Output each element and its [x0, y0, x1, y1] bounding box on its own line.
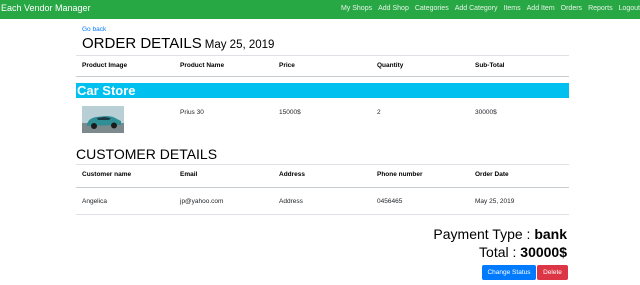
- price-cell: 15000$: [279, 109, 301, 116]
- customer-order-date-cell: May 25, 2019: [475, 198, 515, 205]
- order-date-heading: May 25, 2019: [204, 39, 275, 51]
- nav-logout[interactable]: Logout: [619, 5, 640, 15]
- store-group-bar: Car Store: [76, 83, 569, 98]
- quantity-cell: 2: [377, 109, 381, 116]
- customer-table-top-divider: [76, 164, 569, 165]
- col-header-product-image: Product Image: [82, 62, 128, 69]
- nav-orders[interactable]: Orders: [561, 5, 582, 15]
- go-back-link[interactable]: Go back: [82, 26, 106, 33]
- col-header-order-date: Order Date: [475, 171, 509, 178]
- nav-add-category[interactable]: Add Category: [455, 5, 498, 15]
- product-image: [82, 106, 124, 133]
- change-status-button[interactable]: Change Status: [482, 265, 536, 280]
- nav-links: My Shops Add Shop Categories Add Categor…: [335, 5, 640, 15]
- customer-details-heading: CUSTOMER DETAILS: [76, 146, 218, 162]
- col-header-price: Price: [279, 62, 295, 69]
- customer-phone-cell: 0456465: [377, 198, 403, 205]
- nav-categories[interactable]: Categories: [415, 5, 449, 15]
- store-name: Car Store: [77, 83, 136, 98]
- customer-table-bottom-divider: [76, 214, 569, 215]
- total-value: 30000$: [520, 244, 567, 260]
- delete-button[interactable]: Delete: [537, 265, 568, 280]
- customer-address-cell: Address: [279, 198, 303, 205]
- page-title: ORDER DETAILS May 25, 2019: [82, 35, 274, 52]
- col-header-phone: Phone number: [377, 171, 423, 178]
- customer-email-cell: jp@yahoo.com: [180, 198, 224, 205]
- payment-type: Payment Type : bank: [433, 226, 567, 242]
- customer-header-divider: [76, 187, 569, 188]
- brand-logo-text[interactable]: Each Vendor Manager: [1, 3, 91, 13]
- table-header-divider: [76, 76, 569, 77]
- nav-add-item[interactable]: Add Item: [527, 5, 555, 15]
- col-header-subtotal: Sub-Total: [475, 62, 505, 69]
- col-header-product-name: Product Name: [180, 62, 225, 69]
- nav-add-shop[interactable]: Add Shop: [378, 5, 409, 15]
- nav-items[interactable]: Items: [504, 5, 521, 15]
- total-label: Total :: [479, 244, 517, 260]
- nav-reports[interactable]: Reports: [588, 5, 613, 15]
- car-thumbnail-icon: [82, 106, 124, 133]
- table-top-divider: [76, 55, 569, 56]
- payment-type-label: Payment Type :: [433, 226, 531, 242]
- product-name-cell: Prius 30: [180, 109, 204, 116]
- col-header-email: Email: [180, 171, 198, 178]
- page-title-text: ORDER DETAILS: [82, 35, 202, 52]
- top-navbar: Each Vendor Manager My Shops Add Shop Ca…: [0, 0, 640, 19]
- nav-my-shops[interactable]: My Shops: [341, 5, 372, 15]
- col-header-quantity: Quantity: [377, 62, 404, 69]
- payment-type-value: bank: [534, 226, 567, 242]
- subtotal-cell: 30000$: [475, 109, 497, 116]
- order-total: Total : 30000$: [479, 244, 567, 260]
- col-header-customer-name: Customer name: [82, 171, 132, 178]
- col-header-address: Address: [279, 171, 306, 178]
- customer-name-cell: Angelica: [82, 198, 107, 205]
